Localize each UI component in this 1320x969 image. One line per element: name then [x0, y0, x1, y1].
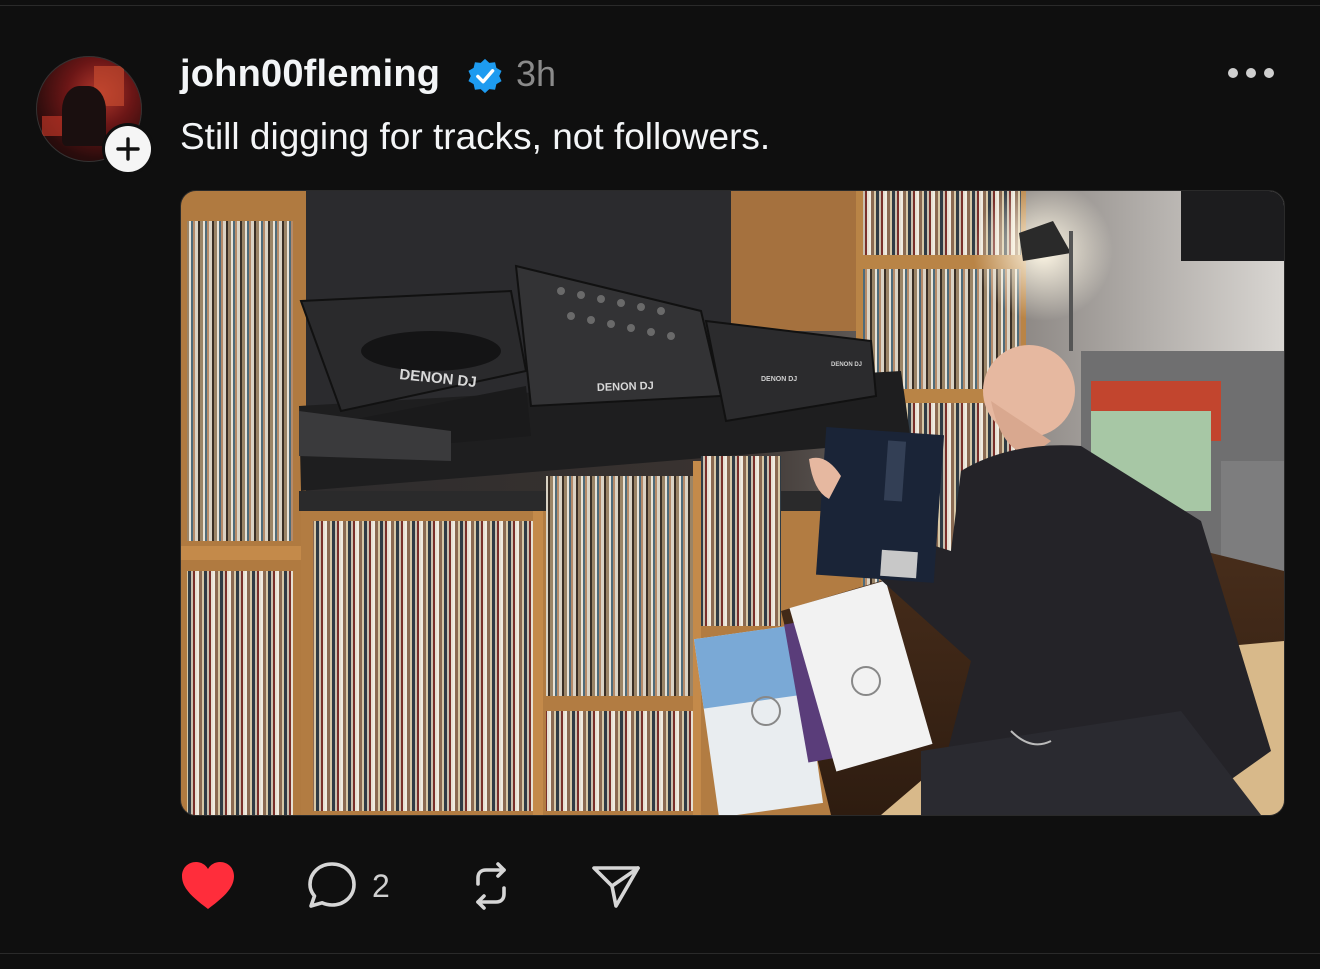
more-options-icon[interactable]	[1228, 64, 1274, 82]
repost-button[interactable]	[464, 858, 518, 914]
post-time: 3h	[516, 53, 557, 94]
post-actions: 2	[180, 858, 700, 914]
deck-small-b-logo: DENON DJ	[831, 362, 862, 368]
comment-button[interactable]: 2	[306, 858, 390, 914]
follow-button[interactable]	[102, 123, 154, 175]
deck-small-a-logo: DENON DJ	[761, 376, 797, 383]
like-button[interactable]	[180, 858, 236, 914]
comment-count: 2	[372, 867, 390, 904]
top-divider	[0, 5, 1320, 6]
mixer-logo: DENON DJ	[597, 380, 654, 394]
repost-icon	[476, 862, 506, 910]
plus-icon	[116, 137, 140, 161]
post-caption: Still digging for tracks, not followers.	[180, 116, 771, 157]
post-image[interactable]: DENON DJ DENON DJ DENON DJ DENON DJ	[180, 190, 1285, 816]
username[interactable]: john00fleming	[180, 52, 440, 96]
comment-icon	[308, 862, 356, 908]
verified-badge-icon	[468, 58, 502, 94]
share-button[interactable]	[590, 858, 642, 914]
bottom-divider	[0, 953, 1320, 954]
photo-record-room: DENON DJ DENON DJ DENON DJ DENON DJ	[181, 191, 1284, 815]
thread-post: john00fleming 3h Still digging for track…	[0, 0, 1320, 969]
heart-icon	[182, 862, 234, 909]
send-icon	[592, 866, 640, 908]
